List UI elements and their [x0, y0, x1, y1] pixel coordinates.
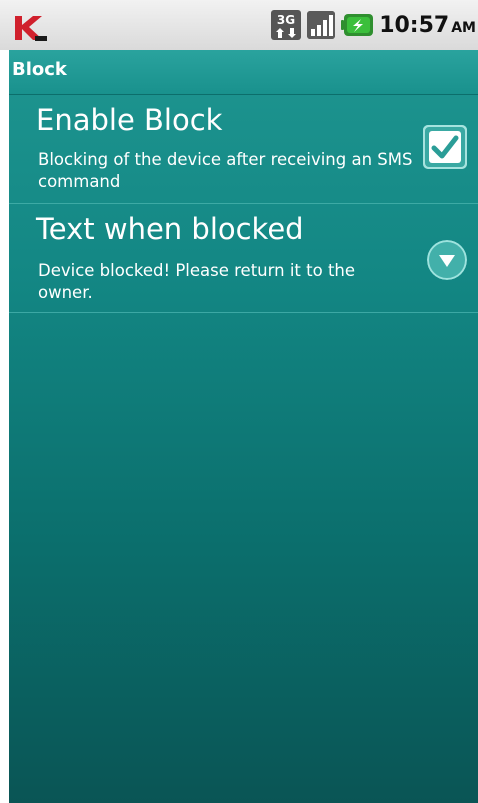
- battery-charging-icon: [341, 14, 374, 36]
- page-title: Block: [12, 59, 67, 80]
- status-clock: 10:57 AM: [379, 13, 476, 38]
- status-icons: 3G 10:57 AM: [271, 10, 476, 40]
- pref-text-when-blocked-title: Text when blocked: [36, 212, 304, 246]
- title-bar: Block: [9, 50, 478, 95]
- pref-enable-block[interactable]: Enable Block Blocking of the device afte…: [9, 95, 478, 203]
- pref-divider: [9, 312, 478, 313]
- pref-enable-block-title: Enable Block: [36, 103, 223, 137]
- kaspersky-logo-icon: [15, 16, 47, 41]
- checkbox-checked-icon[interactable]: [423, 125, 467, 169]
- clock-time: 10:57: [379, 12, 450, 38]
- pref-enable-block-summary: Blocking of the device after receiving a…: [38, 150, 413, 191]
- signal-strength-icon: [307, 11, 336, 39]
- preferences-screen: Block Enable Block Blocking of the devic…: [9, 50, 478, 803]
- pref-text-when-blocked[interactable]: Text when blocked Device blocked! Please…: [9, 204, 478, 312]
- device-screen: 3G 10:57 AM Block Enable Block Blocking …: [0, 0, 478, 803]
- network-3g-icon: 3G: [271, 10, 302, 40]
- clock-ampm: AM: [451, 19, 476, 36]
- status-bar: 3G 10:57 AM: [0, 0, 478, 50]
- pref-text-when-blocked-summary: Device blocked! Please return it to the …: [38, 261, 356, 302]
- network-type-label: 3G: [277, 13, 295, 27]
- dropdown-arrow-icon[interactable]: [427, 240, 467, 280]
